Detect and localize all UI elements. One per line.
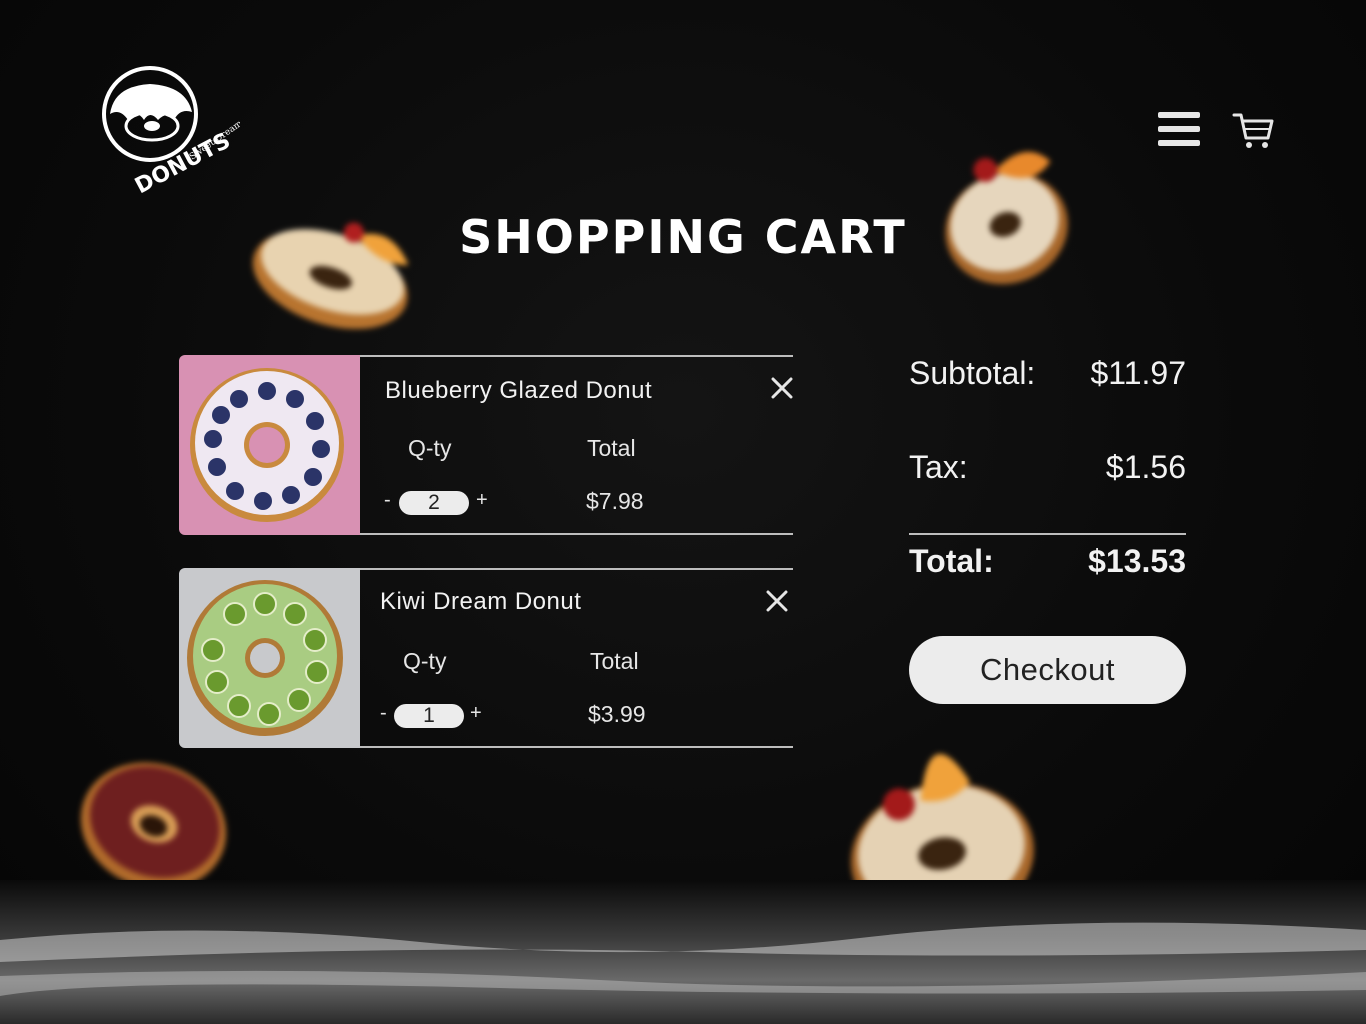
cart-item: Kiwi Dream Donut Q-ty Total - 1 + $3.99 — [179, 568, 793, 748]
brand-logo[interactable]: Sweet Dream DONUTS — [100, 64, 245, 204]
total-label: Total: — [909, 543, 994, 579]
remove-item-close-icon[interactable] — [766, 590, 788, 612]
decorative-donut-image — [229, 176, 437, 358]
cart-item: Blueberry Glazed Donut Q-ty Total - 2 + … — [179, 355, 793, 535]
shopping-cart-icon[interactable] — [1232, 110, 1274, 152]
item-total-price: $7.98 — [586, 488, 644, 514]
checkout-button[interactable]: Checkout — [909, 636, 1186, 704]
increase-quantity-button[interactable]: + — [470, 702, 482, 725]
item-name: Kiwi Dream Donut — [380, 588, 582, 615]
tax-value: $1.56 — [1105, 449, 1186, 485]
item-divider — [360, 746, 793, 748]
table-surface-image — [0, 880, 1366, 1024]
item-total-label: Total — [590, 648, 639, 674]
page-title: SHOPPING CART — [459, 210, 907, 264]
page-background: Sweet Dream DONUTS SHOPPING CART Blueber… — [0, 0, 1366, 1024]
item-divider — [360, 568, 793, 570]
remove-item-close-icon[interactable] — [771, 377, 793, 399]
item-divider — [360, 355, 793, 357]
item-total-label: Total — [587, 435, 636, 461]
total-value: $13.53 — [1088, 543, 1186, 579]
quantity-stepper[interactable]: 1 — [394, 704, 464, 728]
product-image-blueberry-donut — [179, 355, 360, 535]
subtotal-value: $11.97 — [1090, 355, 1187, 391]
decrease-quantity-button[interactable]: - — [384, 489, 391, 512]
item-total-price: $3.99 — [588, 701, 646, 727]
quantity-label: Q-ty — [408, 435, 452, 461]
item-divider — [360, 533, 793, 535]
hamburger-menu-icon[interactable] — [1158, 112, 1200, 150]
decrease-quantity-button[interactable]: - — [380, 702, 387, 725]
quantity-stepper[interactable]: 2 — [399, 491, 469, 515]
item-name: Blueberry Glazed Donut — [385, 377, 653, 404]
summary-divider — [909, 533, 1186, 535]
subtotal-label: Subtotal: — [909, 355, 1036, 391]
product-image-kiwi-donut — [179, 568, 360, 748]
tax-label: Tax: — [909, 449, 968, 485]
increase-quantity-button[interactable]: + — [476, 489, 488, 512]
quantity-label: Q-ty — [403, 648, 447, 674]
